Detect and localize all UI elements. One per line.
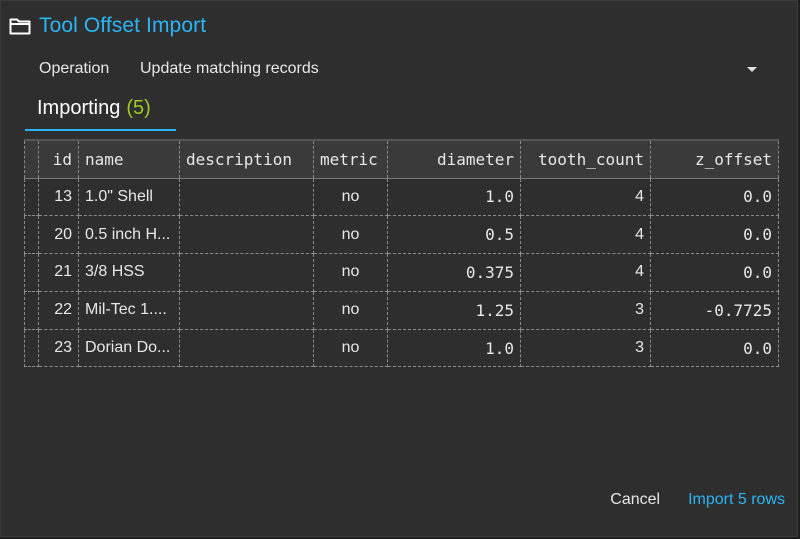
column-header-id[interactable]: id	[38, 139, 79, 179]
tab-importing[interactable]: Importing (5)	[25, 95, 176, 131]
cell-diameter: 1.25	[387, 290, 521, 330]
cell-tooth-count: 4	[520, 215, 651, 255]
operation-label: Operation	[39, 60, 110, 77]
cell-name: 3/8 HSS	[78, 253, 180, 292]
cell-description	[179, 290, 314, 330]
dialog-actions: Cancel Import 5 rows	[610, 487, 785, 513]
cell-tooth-count: 3	[520, 290, 651, 330]
cell-name: Mil-Tec 1....	[78, 290, 180, 330]
column-header-description[interactable]: description	[179, 139, 314, 179]
cell-tooth-count: 4	[520, 253, 651, 292]
table-header-row: id name description metric diameter toot…	[24, 139, 779, 179]
cell-metric: no	[313, 290, 388, 330]
cell-z-offset: 0.0	[650, 215, 779, 255]
cancel-button[interactable]: Cancel	[610, 487, 660, 513]
cell-description	[179, 328, 314, 368]
cell-z-offset: 0.0	[650, 328, 779, 368]
cell-description	[179, 215, 314, 255]
cell-id: 21	[38, 253, 79, 292]
column-header-metric[interactable]: metric	[313, 139, 388, 179]
cell-z-offset: 0.0	[650, 177, 779, 217]
cell-diameter: 1.0	[387, 177, 521, 217]
table-row[interactable]: 23 Dorian Do... no 1.0 3 0.0	[24, 328, 779, 368]
table-row[interactable]: 21 3/8 HSS no 0.375 4 0.0	[24, 253, 779, 292]
chevron-down-icon[interactable]	[747, 66, 757, 72]
tab-importing-count: (5)	[126, 97, 151, 119]
cell-z-offset: 0.0	[650, 253, 779, 292]
cell-description	[179, 253, 314, 292]
column-header-tooth-count[interactable]: tooth_count	[520, 139, 651, 179]
cell-id: 13	[38, 177, 79, 217]
row-gutter	[24, 177, 39, 217]
cell-id: 23	[38, 328, 79, 368]
dialog-title: Tool Offset Import	[39, 14, 207, 37]
cell-z-offset: -0.7725	[650, 290, 779, 330]
cell-diameter: 0.5	[387, 215, 521, 255]
records-table: id name description metric diameter toot…	[24, 139, 779, 368]
cell-name: 0.5 inch H...	[78, 215, 180, 255]
cell-name: 1.0" Shell	[78, 177, 180, 217]
operation-value[interactable]: Update matching records	[140, 60, 747, 78]
import-rows-button[interactable]: Import 5 rows	[688, 487, 785, 513]
column-header-z-offset[interactable]: z_offset	[650, 139, 779, 179]
cell-id: 20	[38, 215, 79, 255]
row-gutter-header	[24, 139, 39, 179]
operation-select[interactable]: Operation Update matching records	[39, 57, 765, 81]
cell-tooth-count: 4	[520, 177, 651, 217]
import-dialog: Tool Offset Import Operation Update matc…	[0, 0, 798, 537]
row-gutter	[24, 253, 39, 292]
folder-icon	[9, 18, 31, 35]
cell-metric: no	[313, 253, 388, 292]
dialog-titlebar: Tool Offset Import	[9, 11, 206, 41]
column-header-name[interactable]: name	[78, 139, 180, 179]
row-gutter	[24, 215, 39, 255]
column-header-diameter[interactable]: diameter	[387, 139, 521, 179]
cell-metric: no	[313, 215, 388, 255]
cell-name: Dorian Do...	[78, 328, 180, 368]
cell-diameter: 1.0	[387, 328, 521, 368]
cell-tooth-count: 3	[520, 328, 651, 368]
import-table: id name description metric diameter toot…	[24, 139, 779, 368]
cell-diameter: 0.375	[387, 253, 521, 292]
table-row[interactable]: 20 0.5 inch H... no 0.5 4 0.0	[24, 215, 779, 255]
table-row[interactable]: 22 Mil-Tec 1.... no 1.25 3 -0.7725	[24, 290, 779, 330]
table-row[interactable]: 13 1.0" Shell no 1.0 4 0.0	[24, 177, 779, 217]
cell-id: 22	[38, 290, 79, 330]
row-gutter	[24, 290, 39, 330]
cell-description	[179, 177, 314, 217]
tab-importing-label: Importing	[37, 97, 121, 119]
cell-metric: no	[313, 328, 388, 368]
cell-metric: no	[313, 177, 388, 217]
row-gutter	[24, 328, 39, 368]
